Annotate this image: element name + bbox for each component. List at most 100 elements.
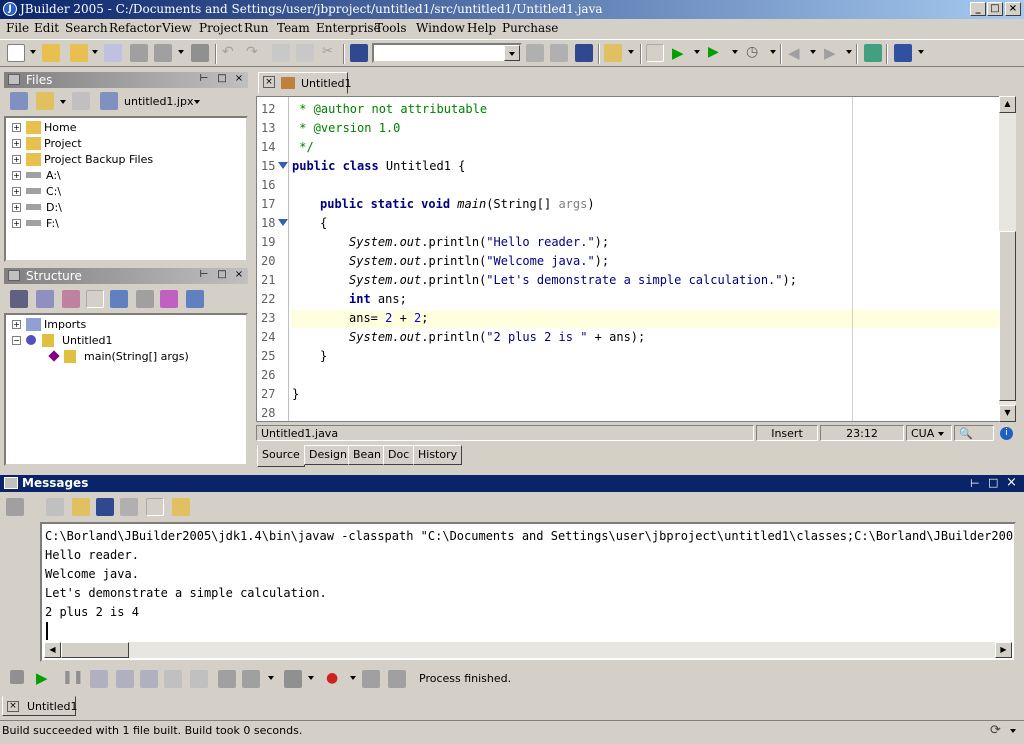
refresh-status-icon[interactable]: ⟳: [990, 723, 1006, 739]
menu-search[interactable]: Search: [65, 21, 108, 35]
debug-icon[interactable]: ▶: [708, 44, 726, 62]
optimize-dropdown-arrow[interactable]: [770, 50, 776, 54]
forward-arrow-icon[interactable]: ▶: [824, 44, 842, 62]
scroll-thumb[interactable]: [61, 642, 129, 658]
tab-history[interactable]: History: [413, 445, 463, 465]
panel-pin-icon[interactable]: ⊢: [970, 477, 980, 490]
minimize-button[interactable]: _: [970, 2, 986, 16]
structure-filter-icon[interactable]: [10, 290, 28, 308]
menu-view[interactable]: View: [162, 21, 192, 35]
word-wrap-icon[interactable]: [146, 498, 164, 516]
new-dropdown-arrow[interactable]: [30, 50, 36, 54]
make-project-icon[interactable]: [604, 44, 622, 62]
find-binoculars-icon[interactable]: [350, 44, 368, 62]
replace-icon[interactable]: [550, 44, 568, 62]
step-filter-icon[interactable]: [388, 670, 406, 688]
copy-output-icon[interactable]: [46, 498, 64, 516]
stop-icon[interactable]: [10, 670, 24, 684]
menu-help[interactable]: Help: [467, 21, 496, 35]
maximize-button[interactable]: □: [987, 2, 1003, 16]
run-dropdown-arrow[interactable]: [694, 50, 700, 54]
pause-icon[interactable]: ❚❚: [62, 670, 84, 688]
panel-pin-icon[interactable]: ⊢: [198, 74, 210, 85]
reopen-icon[interactable]: [104, 44, 122, 62]
panel-close-icon[interactable]: ×: [1006, 475, 1017, 490]
fold-class-icon[interactable]: [278, 162, 288, 169]
expand-icon[interactable]: +: [12, 139, 21, 148]
search-combo-dropdown[interactable]: [504, 45, 520, 61]
menu-enterprise[interactable]: Enterprise: [316, 21, 381, 35]
run-icon[interactable]: ▶: [672, 44, 690, 62]
fold-method-icon[interactable]: [278, 219, 288, 226]
project-view-icon[interactable]: [10, 92, 28, 110]
panel-pin-icon[interactable]: ⊢: [198, 270, 210, 281]
panel-maximize-icon[interactable]: □: [988, 476, 998, 489]
back-dropdown-arrow[interactable]: [810, 50, 816, 54]
scroll-thumb[interactable]: [999, 231, 1016, 401]
collapse-icon[interactable]: −: [12, 336, 21, 345]
menu-run[interactable]: Run: [244, 21, 269, 35]
show-classes-icon[interactable]: [36, 290, 54, 308]
window-titlebar[interactable]: J JBuilder 2005 - C:/Documents and Setti…: [0, 0, 1024, 19]
threads-dropdown-arrow[interactable]: [308, 676, 314, 680]
menu-team[interactable]: Team: [277, 21, 310, 35]
forward-dropdown-arrow[interactable]: [846, 50, 852, 54]
editor-vertical-scrollbar[interactable]: ▲ ▼: [999, 96, 1016, 422]
panel-maximize-icon[interactable]: □: [216, 270, 228, 281]
window-list-dropdown-arrow[interactable]: [918, 50, 924, 54]
debug-dropdown-arrow[interactable]: [732, 50, 738, 54]
menu-project[interactable]: Project: [199, 21, 242, 35]
save-output-icon[interactable]: [172, 498, 190, 516]
execution-dropdown-arrow[interactable]: [268, 676, 274, 680]
print-icon[interactable]: [191, 44, 209, 62]
console-output[interactable]: C:\Borland\JBuilder2005\jdk1.4\bin\javaw…: [40, 522, 1016, 662]
threads-icon[interactable]: [284, 670, 302, 688]
panel-maximize-icon[interactable]: □: [216, 74, 228, 85]
inherited-icon[interactable]: [160, 290, 178, 308]
zoom-icon[interactable]: 🔍: [954, 425, 994, 441]
make-dropdown-arrow[interactable]: [628, 50, 634, 54]
expand-icon[interactable]: +: [12, 171, 21, 180]
copy-icon[interactable]: [272, 44, 290, 62]
toggle-view-icon[interactable]: [646, 44, 664, 62]
new-file-icon[interactable]: [7, 44, 25, 62]
step-into-icon[interactable]: [116, 670, 134, 688]
project-file-icon[interactable]: [100, 92, 118, 110]
expand-icon[interactable]: +: [12, 123, 21, 132]
menu-window[interactable]: Window: [416, 21, 465, 35]
search-combo[interactable]: [372, 43, 522, 63]
info-icon[interactable]: i: [1000, 427, 1013, 440]
close-icon[interactable]: ×: [7, 701, 19, 712]
cut-icon[interactable]: ✂: [322, 44, 340, 62]
console-horizontal-scrollbar[interactable]: ◀ ▶: [44, 642, 1012, 658]
hierarchy-icon[interactable]: [136, 290, 154, 308]
save-icon[interactable]: [130, 44, 148, 62]
optimize-icon[interactable]: ◷: [746, 44, 764, 62]
project-combo-label[interactable]: untitled1.jpx: [124, 95, 193, 108]
breakpoint-dropdown-arrow[interactable]: [350, 676, 356, 680]
editor-tab-untitled1[interactable]: × Untitled1: [258, 72, 352, 94]
show-fields-icon[interactable]: [62, 290, 80, 308]
sort-icon[interactable]: [86, 290, 104, 308]
menu-tools[interactable]: Tools: [375, 21, 407, 35]
code-editor[interactable]: 12 13 14 15 16 17 18 19 20 21 22 23 24 2…: [256, 96, 1016, 422]
status-dropdown-arrow[interactable]: [1010, 729, 1016, 733]
panel-close-icon[interactable]: ×: [233, 270, 245, 281]
find-output-icon[interactable]: [96, 498, 114, 516]
files-tree[interactable]: + Home + Project + Project Backup Files …: [4, 116, 248, 262]
rerun-icon[interactable]: ▶: [36, 669, 54, 687]
open-folder-icon[interactable]: [42, 44, 60, 62]
expand-icon[interactable]: +: [12, 203, 21, 212]
help-book-icon[interactable]: [864, 44, 882, 62]
show-execution-point-icon[interactable]: [242, 670, 260, 688]
find-next-output-icon[interactable]: [120, 498, 138, 516]
scroll-left-icon[interactable]: ◀: [44, 642, 61, 658]
save-all-icon[interactable]: [154, 44, 172, 62]
undo-icon[interactable]: ↶: [222, 44, 240, 62]
tab-bean[interactable]: Bean: [348, 445, 387, 465]
refresh-icon[interactable]: [72, 92, 90, 110]
tab-source[interactable]: Source: [257, 445, 305, 467]
evaluate-icon[interactable]: [218, 670, 236, 688]
close-button[interactable]: ×: [1005, 2, 1021, 16]
tab-doc[interactable]: Doc: [383, 445, 415, 465]
